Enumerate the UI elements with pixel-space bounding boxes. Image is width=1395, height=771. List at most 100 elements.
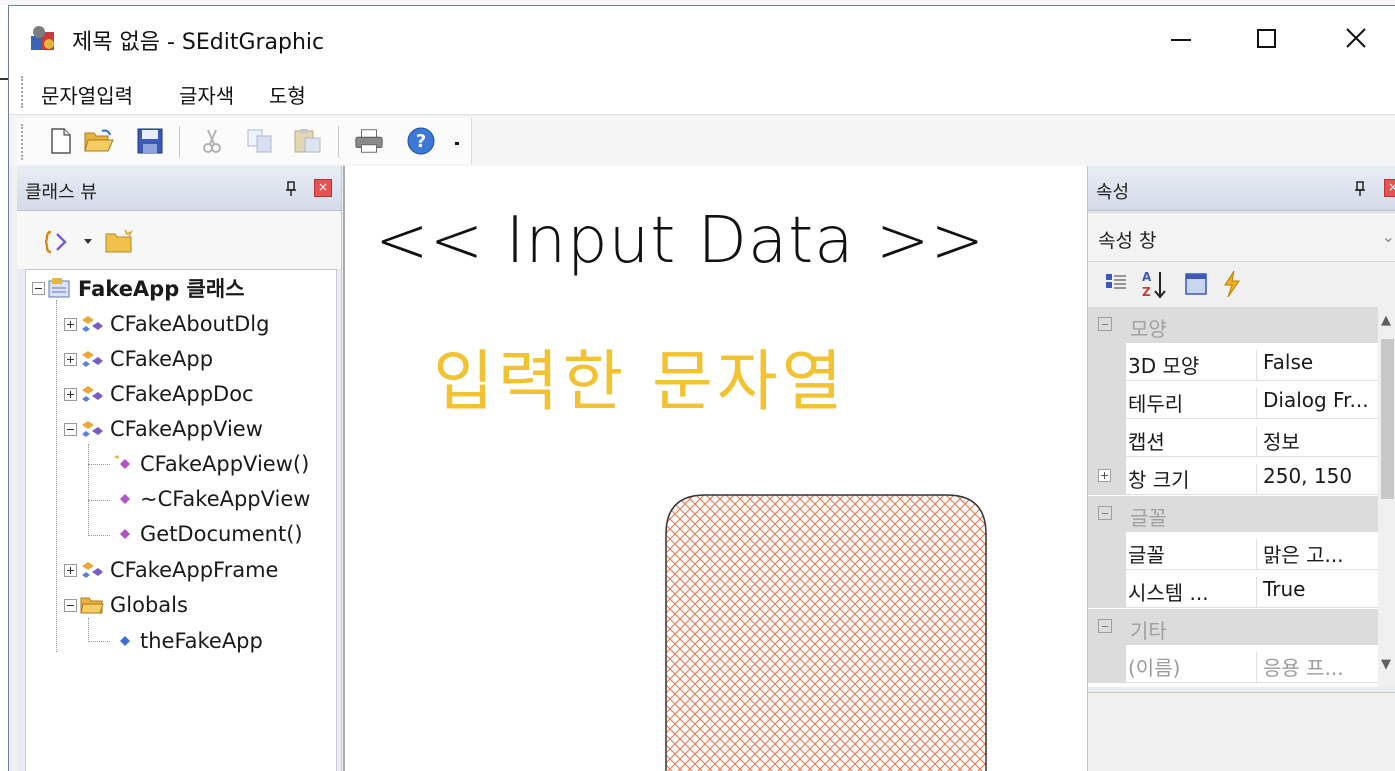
property-gutter <box>1088 532 1126 570</box>
minimize-button[interactable] <box>1161 20 1201 56</box>
collapse-icon[interactable] <box>32 281 45 295</box>
tree-node-method[interactable]: CFakeAppView() <box>112 448 309 480</box>
property-value[interactable]: True <box>1256 577 1378 607</box>
class-tree: FakeApp 클래스 CFakeAboutDlg CFakeApp CFake… <box>25 269 337 771</box>
property-category[interactable]: 글꼴 <box>1088 496 1378 532</box>
pin-icon[interactable] <box>1354 181 1366 197</box>
tree-node-label: CFakeApp <box>110 347 214 371</box>
class-view-header: 클래스 뷰 × <box>17 166 341 211</box>
property-value[interactable]: Dialog Fr... <box>1256 388 1378 418</box>
expand-icon[interactable] <box>64 563 77 577</box>
collapse-icon[interactable] <box>1098 506 1112 520</box>
print-button[interactable] <box>354 126 384 156</box>
collapse-icon[interactable] <box>64 598 77 612</box>
tree-node-method[interactable]: GetDocument() <box>112 518 303 550</box>
collapse-icon[interactable] <box>64 422 77 436</box>
property-value[interactable]: 맑은 고... <box>1256 539 1378 569</box>
toolbar-grip <box>21 124 25 160</box>
property-grid-scrollbar[interactable]: ▲ ▼ <box>1378 307 1395 687</box>
sort-alphabetical-icon[interactable]: AZ <box>1140 268 1168 300</box>
new-folder-icon[interactable] <box>105 229 133 253</box>
property-row[interactable]: 캡션 정보 <box>1088 419 1378 457</box>
drawing-canvas[interactable]: << Input Data >> 입력한 문자열 <box>343 166 1087 771</box>
menu-item-text-color[interactable]: 글자색 <box>179 80 234 109</box>
expand-icon[interactable] <box>1098 469 1111 482</box>
paste-button[interactable] <box>293 126 323 156</box>
class-icon <box>82 386 103 402</box>
class-view-title: 클래스 뷰 <box>25 182 97 203</box>
collapse-icon[interactable] <box>1098 317 1112 331</box>
property-row[interactable]: 글꼴 맑은 고... <box>1088 532 1378 570</box>
menu-item-shape[interactable]: 도형 <box>269 80 306 109</box>
property-name: 3D 모양 <box>1128 354 1200 378</box>
property-value[interactable]: 250, 150 <box>1256 464 1378 494</box>
menu-item-input-string[interactable]: 문자열입력 <box>41 80 133 109</box>
property-category[interactable]: 모양 <box>1088 307 1378 343</box>
hatched-rounded-rectangle[interactable] <box>665 494 987 771</box>
open-button[interactable] <box>84 126 114 156</box>
tree-node-label: FakeApp 클래스 <box>78 277 245 301</box>
property-value[interactable]: 응용 프... <box>1256 652 1378 682</box>
method-icon <box>120 494 130 504</box>
property-gutter <box>1088 570 1126 608</box>
property-name: 시스템 ... <box>1128 581 1209 605</box>
expand-icon[interactable] <box>64 352 77 366</box>
copy-button[interactable] <box>245 126 275 156</box>
tree-node-label: CFakeAppView() <box>140 452 310 476</box>
property-row[interactable]: (이름) 응용 프... <box>1088 645 1378 683</box>
class-view-close-button[interactable]: × <box>314 179 332 197</box>
toolbar-overflow-button[interactable] <box>442 126 472 156</box>
svg-text:A: A <box>1142 270 1152 284</box>
object-selector[interactable]: 속성 창 ⌄ <box>1088 212 1395 262</box>
events-icon[interactable] <box>1222 270 1242 298</box>
tree-node-folder[interactable]: Globals <box>64 589 188 621</box>
input-data-heading: << Input Data >> <box>375 204 986 278</box>
property-value[interactable]: 정보 <box>1256 426 1378 456</box>
tree-node-class[interactable]: CFakeAppView <box>64 413 263 445</box>
collapse-icon[interactable] <box>1098 619 1112 633</box>
input-string-text: 입력한 문자열 <box>433 343 847 420</box>
tree-node-class[interactable]: CFakeAppFrame <box>64 554 278 586</box>
pin-icon[interactable] <box>285 181 297 197</box>
tree-node-root[interactable]: FakeApp 클래스 <box>32 272 245 304</box>
tree-connector <box>88 618 89 642</box>
property-category[interactable]: 기타 <box>1088 609 1378 645</box>
scroll-up-icon[interactable]: ▲ <box>1381 313 1391 328</box>
class-sort-icon[interactable] <box>45 229 75 255</box>
help-icon: ? <box>407 127 435 155</box>
property-value[interactable]: False <box>1256 350 1378 380</box>
tree-node-class[interactable]: CFakeAboutDlg <box>64 308 269 340</box>
expand-icon[interactable] <box>64 387 77 401</box>
cut-button[interactable] <box>197 126 227 156</box>
properties-icon[interactable] <box>1184 272 1208 296</box>
class-view-toolbar <box>17 211 341 269</box>
tree-connector <box>88 500 110 501</box>
tree-node-method[interactable]: ~CFakeAppView <box>112 483 310 515</box>
categorized-icon[interactable] <box>1104 272 1128 296</box>
property-name: 글꼴 <box>1128 543 1165 567</box>
scrollbar-thumb[interactable] <box>1381 339 1394 499</box>
expand-icon[interactable] <box>64 317 77 331</box>
property-gutter <box>1088 645 1126 683</box>
property-name: (이름) <box>1128 656 1181 680</box>
property-row[interactable]: 시스템 ... True <box>1088 570 1378 608</box>
properties-header: 속성 × <box>1088 166 1395 211</box>
app-window: 제목 없음 - SEditGraphic 문자열입력 글자색 도형 ? 클래스 … <box>8 5 1395 771</box>
new-button[interactable] <box>46 126 76 156</box>
properties-close-button[interactable]: × <box>1384 179 1395 197</box>
save-button[interactable] <box>135 126 165 156</box>
maximize-button[interactable] <box>1246 20 1286 56</box>
object-selector-value: 속성 창 <box>1098 230 1157 252</box>
class-icon <box>82 351 103 367</box>
tree-node-class[interactable]: CFakeApp <box>64 343 213 375</box>
tree-node-variable[interactable]: theFakeApp <box>112 625 263 657</box>
tree-connector <box>88 641 110 642</box>
chevron-down-icon[interactable] <box>83 237 93 245</box>
property-row[interactable]: 테두리 Dialog Fr... <box>1088 381 1378 419</box>
tree-node-class[interactable]: CFakeAppDoc <box>64 378 254 410</box>
property-row[interactable]: 3D 모양 False <box>1088 343 1378 381</box>
help-button[interactable]: ? <box>406 126 436 156</box>
close-button[interactable] <box>1336 20 1376 56</box>
scroll-down-icon[interactable]: ▼ <box>1381 657 1391 672</box>
property-row[interactable]: 창 크기 250, 150 <box>1088 457 1378 495</box>
